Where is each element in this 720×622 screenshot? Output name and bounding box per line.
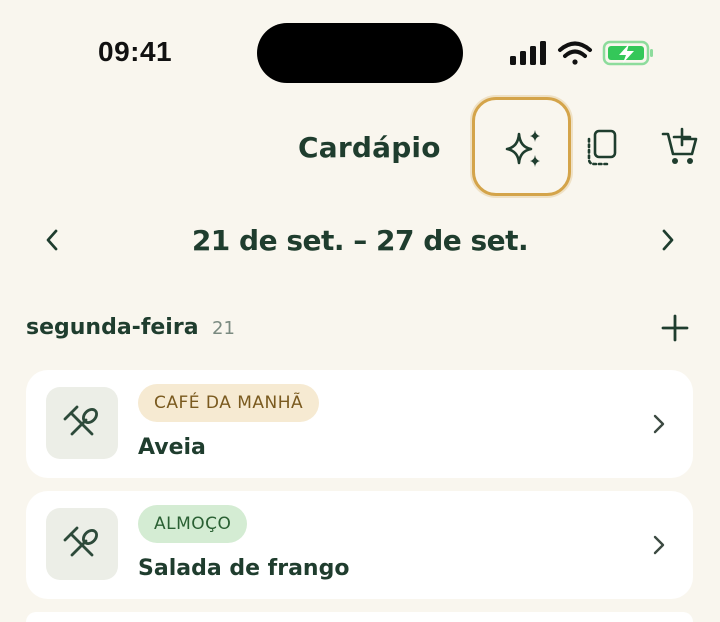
- week-range-label: 21 de set. – 27 de set.: [191, 224, 529, 257]
- shopping-list-button[interactable]: [660, 126, 700, 168]
- fork-spoon-icon: [63, 526, 98, 557]
- add-to-cart-icon: [661, 127, 698, 164]
- day-number: 21: [212, 318, 235, 339]
- battery-charging-icon: [602, 40, 653, 66]
- meal-name: Salada de frango: [138, 556, 350, 581]
- copy-week-button[interactable]: [584, 128, 620, 168]
- add-meal-button[interactable]: [660, 313, 690, 347]
- meal-card-partial[interactable]: [26, 612, 693, 622]
- chevron-right-icon: [662, 229, 674, 251]
- ai-suggest-button[interactable]: [472, 97, 571, 196]
- page-title: Cardápio: [298, 131, 441, 164]
- meal-card-breakfast[interactable]: CAFÉ DA MANHÃ Aveia: [26, 370, 693, 478]
- sparkles-icon: [505, 130, 540, 167]
- meal-detail-chevron: [649, 410, 669, 442]
- status-icons: [508, 38, 658, 68]
- meal-thumbnail: [46, 387, 118, 459]
- meal-name: Aveia: [138, 435, 206, 460]
- dynamic-island: [257, 23, 463, 83]
- next-week-button[interactable]: [656, 226, 680, 258]
- wifi-icon: [558, 41, 592, 65]
- meal-type-badge: CAFÉ DA MANHÃ: [138, 384, 320, 422]
- chevron-right-icon: [653, 414, 665, 434]
- fork-spoon-icon: [63, 405, 98, 436]
- plus-icon: [661, 314, 689, 342]
- meal-thumbnail: [46, 508, 118, 580]
- meal-card-lunch[interactable]: ALMOÇO Salada de frango: [26, 491, 693, 599]
- chevron-right-icon: [653, 535, 665, 555]
- cellular-signal-icon: [510, 41, 546, 65]
- meal-type-badge: ALMOÇO: [138, 505, 248, 543]
- status-time: 09:41: [98, 36, 173, 67]
- meal-detail-chevron: [649, 531, 669, 563]
- copy-icon: [587, 129, 617, 166]
- day-name: segunda-feira: [26, 315, 199, 340]
